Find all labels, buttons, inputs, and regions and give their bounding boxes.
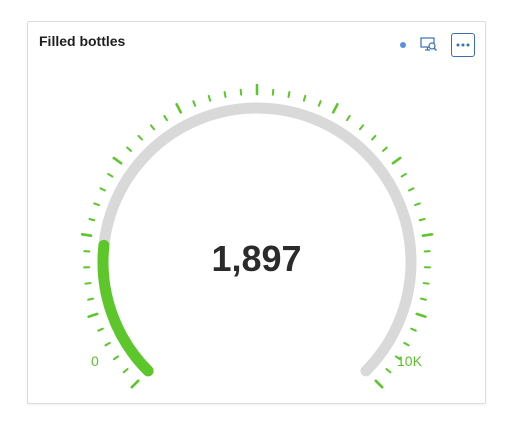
gauge-major-tick [80,233,93,238]
gauge-chart [80,83,434,389]
gauge-minor-tick [149,124,156,131]
gauge-ticks [80,83,434,389]
gauge-minor-tick [99,187,106,192]
gauge-minor-tick [302,94,307,102]
gauge-minor-tick [371,134,377,141]
gauge-minor-tick [422,282,430,285]
gauge-minor-tick [88,217,96,222]
gauge-minor-tick [223,91,227,98]
gauge-minor-tick [400,172,407,178]
gauge-major-tick [112,156,123,165]
gauge-minor-tick [104,341,111,347]
gauge-major-tick [374,379,384,389]
gauge-minor-tick [410,327,417,332]
gauge-minor-tick [358,124,365,131]
gauge-value: 1,897 [211,238,302,279]
gauge-minor-tick [192,100,197,107]
gauge-minor-tick [382,146,388,152]
gauge-major-tick [175,102,183,114]
gauge-minor-tick [408,187,415,192]
filled-bottles-card: Filled bottles 1,897 0 10K [27,21,486,404]
gauge-max-label: 10K [397,353,422,369]
gauge-minor-tick [385,368,392,374]
gauge-minor-tick [414,202,421,207]
gauge-major-tick [331,102,339,114]
gauge-minor-tick [207,94,212,102]
gauge-minor-tick [122,368,129,374]
gauge-minor-tick [317,100,322,107]
gauge-minor-tick [107,172,114,178]
gauge-minor-tick [87,297,95,301]
gauge-minor-tick [346,114,351,122]
gauge-minor-tick [84,282,92,285]
gauge-min-label: 0 [91,353,99,369]
gauge-minor-tick [93,202,100,207]
gauge-minor-tick [418,217,426,222]
gauge-minor-tick [126,146,132,152]
gauge-minor-tick [287,91,291,98]
gauge-minor-tick [97,327,104,332]
gauge-minor-tick [112,355,120,361]
gauge-major-tick [130,379,140,389]
gauge-minor-tick [137,134,143,141]
gauge-major-tick [87,312,99,319]
gauge-major-tick [415,312,427,319]
gauge-minor-tick [403,341,410,347]
gauge-major-tick [421,233,434,238]
gauge-minor-tick [163,114,168,122]
gauge-minor-tick [419,297,427,301]
gauge-major-tick [391,156,402,165]
